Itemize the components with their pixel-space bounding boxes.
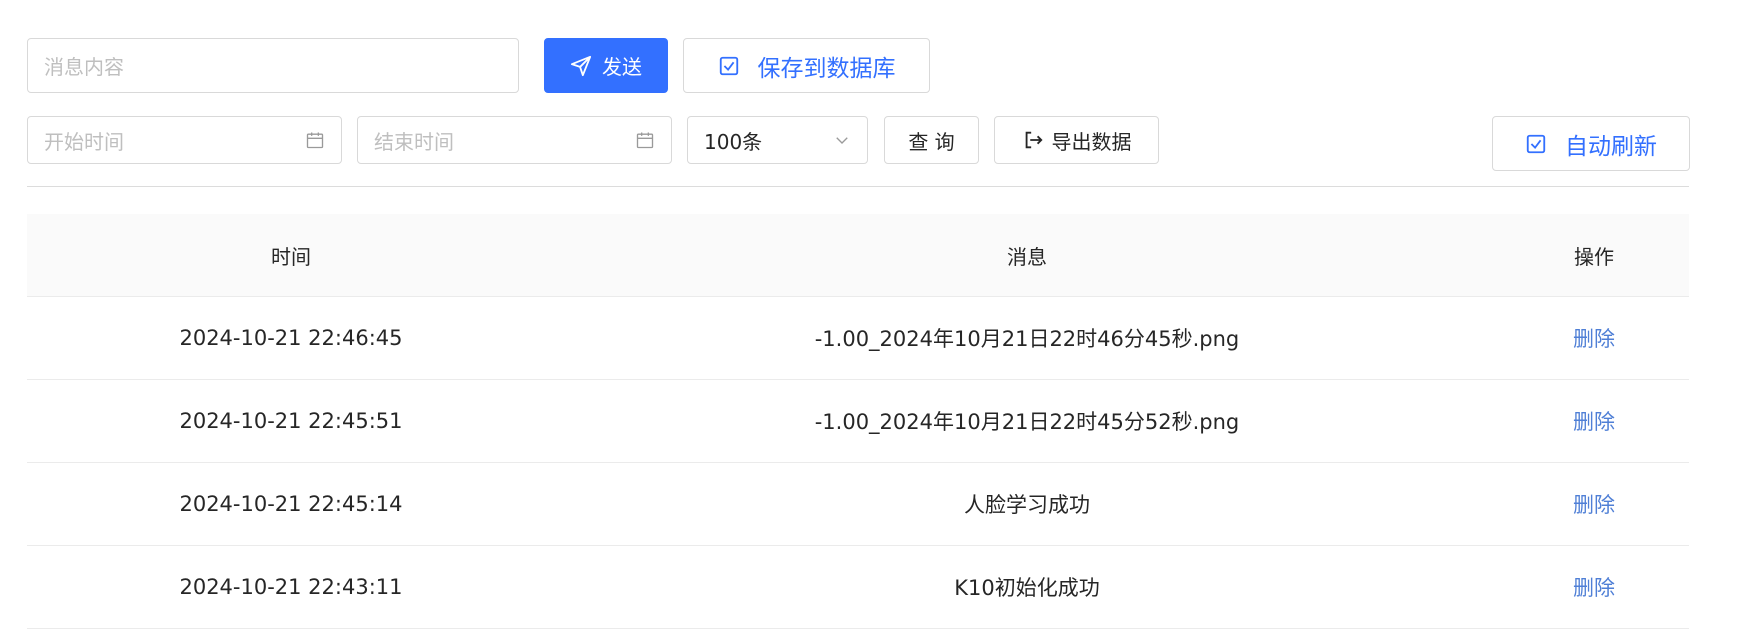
message-input-placeholder: 消息内容 [44,55,124,79]
row-message: 人脸学习成功 [964,493,1090,517]
auto-refresh-label: 自动刷新 [1565,133,1657,160]
row-time: 2024-10-21 22:45:51 [179,409,403,433]
export-data-button[interactable]: 导出数据 [994,116,1159,164]
row-message: -1.00_2024年10月21日22时45分52秒.png [814,410,1240,434]
send-icon [570,55,592,76]
table-header: 时间 消息 操作 [27,214,1689,297]
checkbox-checked-icon [1526,134,1546,153]
table-row: 2024-10-21 22:46:45 -1.00_2024年10月21日22时… [27,297,1689,380]
column-header-message: 消息 [1007,244,1047,269]
table-row: 2024-10-21 22:45:51 -1.00_2024年10月21日22时… [27,380,1689,463]
query-button-label: 查 询 [908,129,955,154]
delete-link[interactable]: 删除 [1573,327,1615,351]
row-time: 2024-10-21 22:46:45 [179,326,403,350]
table-row: 2024-10-21 22:43:11 K10初始化成功 删除 [27,546,1689,629]
delete-link[interactable]: 删除 [1573,493,1615,517]
end-time-placeholder: 结束时间 [374,129,454,154]
limit-select-value: 100条 [704,129,763,154]
limit-select[interactable]: 100条 [687,116,868,164]
calendar-icon [306,132,324,149]
calendar-icon [636,132,654,149]
column-header-time: 时间 [271,244,311,269]
end-time-picker[interactable]: 结束时间 [357,116,672,164]
row-time: 2024-10-21 22:43:11 [179,575,403,599]
delete-link[interactable]: 删除 [1573,576,1615,600]
message-input[interactable]: 消息内容 [27,38,519,93]
auto-refresh-toggle[interactable]: 自动刷新 [1492,116,1690,171]
delete-link[interactable]: 删除 [1573,410,1615,434]
row-message: -1.00_2024年10月21日22时46分45秒.png [814,327,1240,351]
column-header-action: 操作 [1574,244,1614,269]
row-message: K10初始化成功 [954,576,1100,600]
table-row: 2024-10-21 22:45:14 人脸学习成功 删除 [27,463,1689,546]
checkbox-checked-icon [719,56,738,75]
query-button[interactable]: 查 询 [884,116,979,164]
export-icon [1025,131,1043,149]
save-to-database-label: 保存到数据库 [757,55,896,82]
send-button[interactable]: 发送 [544,38,668,93]
send-button-label: 发送 [602,55,642,79]
row-time: 2024-10-21 22:45:14 [179,492,403,516]
chevron-down-icon [836,137,848,144]
save-to-database-toggle[interactable]: 保存到数据库 [683,38,930,93]
toolbar-divider [27,186,1689,187]
message-table: 时间 消息 操作 2024-10-21 22:46:45 -1.00_2024年… [27,214,1689,629]
start-time-picker[interactable]: 开始时间 [27,116,342,164]
export-data-label: 导出数据 [1051,129,1132,154]
start-time-placeholder: 开始时间 [44,129,124,154]
